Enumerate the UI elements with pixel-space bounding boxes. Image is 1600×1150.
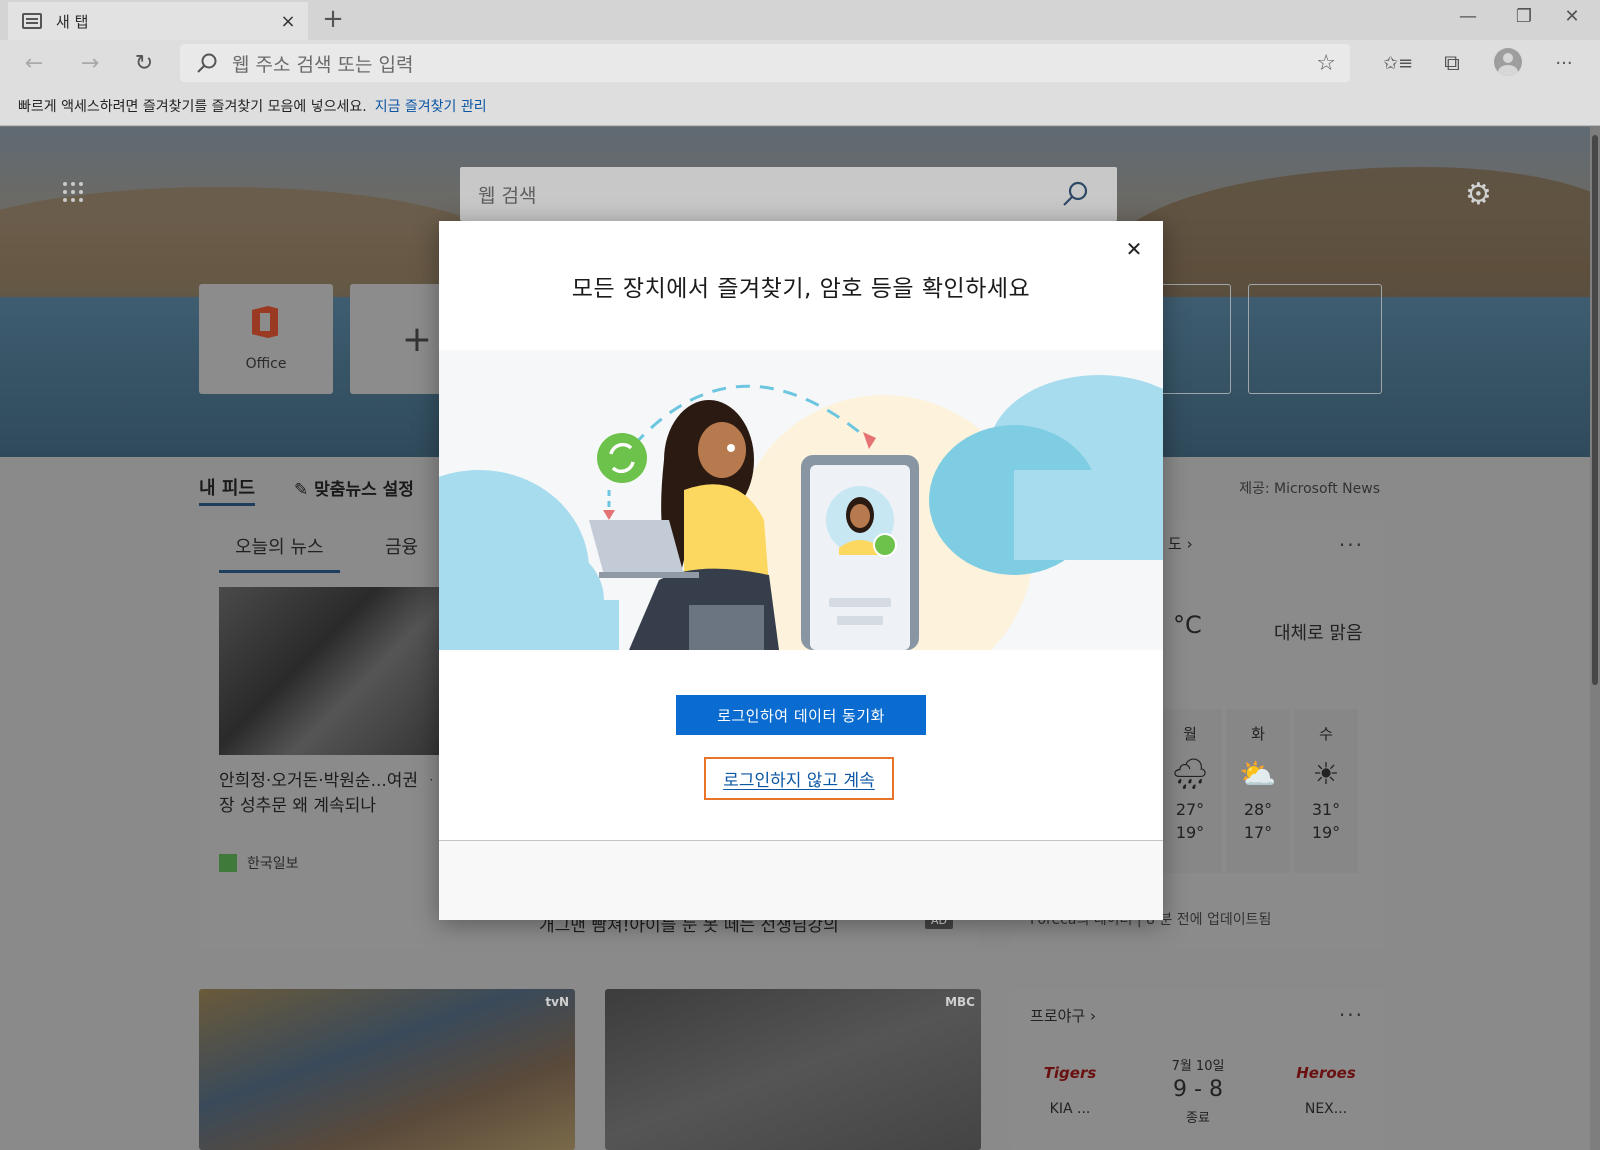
home-team: KIA ... [1049,1101,1091,1117]
collections-button[interactable]: ⧉ [1436,48,1468,78]
sign-in-sync-button[interactable]: 로그인하여 데이터 동기화 [676,695,926,735]
quick-link-office[interactable]: Office [199,284,333,394]
away-team: NEX... [1304,1101,1348,1117]
news-thumbnail[interactable] [219,587,449,755]
forecast-high: 27° [1175,800,1205,819]
sync-sign-in-dialog: ✕ 모든 장치에서 즐겨찾기, 암호 등을 확인하세요 로그인하여 데이터 동기… [439,221,1163,920]
favorite-star-icon[interactable]: ☆ [1316,51,1336,76]
temperature-unit[interactable]: °C [1173,611,1202,639]
weather-title[interactable]: 도 › [1168,533,1193,554]
sync-illustration [439,350,1163,650]
personalize-news-button[interactable]: ✎ 맞춤뉴스 설정 [294,475,414,500]
weather-more-icon[interactable]: ··· [1339,533,1364,557]
kia-tigers-logo: Tigers [1043,1064,1097,1082]
channel-badge: MBC [945,995,975,1009]
search-icon [197,53,217,73]
settings-gear-icon[interactable]: ⚙ [1465,177,1492,212]
tab-close-icon[interactable]: × [278,11,298,32]
forecast-day-label: 월 [1183,725,1197,743]
tile-label: Office [245,356,287,372]
favorites-bar: 빠르게 액세스하려면 즐겨찾기를 즐겨찾기 모음에 넣으세요. 지금 즐겨찾기 … [0,86,1600,126]
forecast-low: 19° [1175,823,1205,842]
minimize-button[interactable]: — [1440,2,1496,32]
new-tab-page-icon [22,13,42,29]
web-search-placeholder: 웹 검색 [478,184,537,207]
tab-today-news[interactable]: 오늘의 뉴스 [219,533,339,573]
navigation-toolbar: ← → ↻ 웹 주소 검색 또는 입력 ☆ ✩≡ ⧉ ··· [0,40,1600,86]
favorites-bar-message: 빠르게 액세스하려면 즐겨찾기를 즐겨찾기 모음에 넣으세요. [18,98,367,115]
address-placeholder: 웹 주소 검색 또는 입력 [232,53,414,76]
news-headline[interactable]: 안희정·오거돈·박원순...여권 ᆞ장 성추문 왜 계속되나 [219,769,449,819]
source-logo-icon [219,854,237,872]
game-date: 7월 10일 [1171,1059,1225,1074]
office-logo-icon [252,306,280,338]
forecast-high: 28° [1243,800,1273,819]
close-icon[interactable]: ✕ [1122,237,1146,261]
forecast-high: 31° [1311,800,1341,819]
channel-badge: tvN [545,995,569,1009]
forecast-day[interactable]: 수 ☀ 31° 19° [1294,709,1358,873]
plus-icon: + [401,318,433,360]
favorites-button[interactable]: ✩≡ [1382,48,1414,78]
scrollbar-thumb[interactable] [1592,135,1598,685]
sunny-icon: ☀ [1312,757,1340,792]
video-card[interactable]: tvN [199,989,575,1150]
forecast-day[interactable]: 화 ⛅ 28° 17° [1226,709,1290,873]
tab-bar: 새 탭 × + — ❐ ✕ [0,0,1600,40]
profile-avatar-icon[interactable] [1494,48,1522,76]
new-tab-button[interactable]: + [318,4,348,34]
game-score[interactable]: 9 - 8 [1150,1077,1246,1102]
forecast-day-label: 수 [1319,725,1333,743]
tab-new-tab[interactable]: 새 탭 × [8,2,308,40]
baseball-more-icon[interactable]: ··· [1339,1003,1364,1027]
baseball-card: 프로야구 › ··· Tigers KIA ... 7월 10일 9 - 8 종… [1010,989,1386,1150]
continue-without-sign-in-button[interactable]: 로그인하지 않고 계속 [704,757,894,800]
manage-favorites-link[interactable]: 지금 즐겨찾기 관리 [375,96,487,116]
weather-condition: 대체로 맑음 [1274,623,1363,644]
forecast-low: 19° [1311,823,1341,842]
search-icon[interactable] [1061,180,1089,208]
tab-finance[interactable]: 금융 [385,533,418,559]
rain-icon: 🌧 [1170,757,1210,792]
game-status: 종료 [1186,1111,1210,1126]
news-source-name: 한국일보 [247,856,299,872]
nexen-heroes-logo: Heroes [1296,1064,1356,1082]
forecast-day[interactable]: 월 🌧 27° 19° [1158,709,1222,873]
forecast-day-label: 화 [1251,725,1265,743]
quick-link-empty[interactable] [1248,284,1382,394]
page-scrollbar[interactable] [1590,127,1600,1150]
forecast-low: 17° [1243,823,1273,842]
more-menu-button[interactable]: ··· [1548,48,1580,78]
forward-button[interactable]: → [74,48,106,78]
partly-sunny-icon: ⛅ [1239,757,1277,792]
news-provider: 제공: Microsoft News [1239,481,1380,497]
address-bar[interactable]: 웹 주소 검색 또는 입력 ☆ [180,44,1350,82]
tab-title: 새 탭 [56,12,89,31]
video-card[interactable]: MBC [605,989,981,1150]
dialog-footer [439,841,1163,920]
news-source: 한국일보 [219,853,299,873]
apps-grid-icon[interactable] [63,182,83,202]
dialog-title: 모든 장치에서 즐겨찾기, 암호 등을 확인하세요 [571,276,1031,302]
close-window-button[interactable]: ✕ [1544,2,1600,32]
sync-illustration-graphic [439,375,1163,650]
web-search-box[interactable]: 웹 검색 [460,167,1117,221]
back-button[interactable]: ← [18,48,50,78]
tab-my-feed[interactable]: 내 피드 [199,474,255,506]
baseball-title[interactable]: 프로야구 › [1030,1005,1096,1026]
refresh-button[interactable]: ↻ [128,48,160,78]
